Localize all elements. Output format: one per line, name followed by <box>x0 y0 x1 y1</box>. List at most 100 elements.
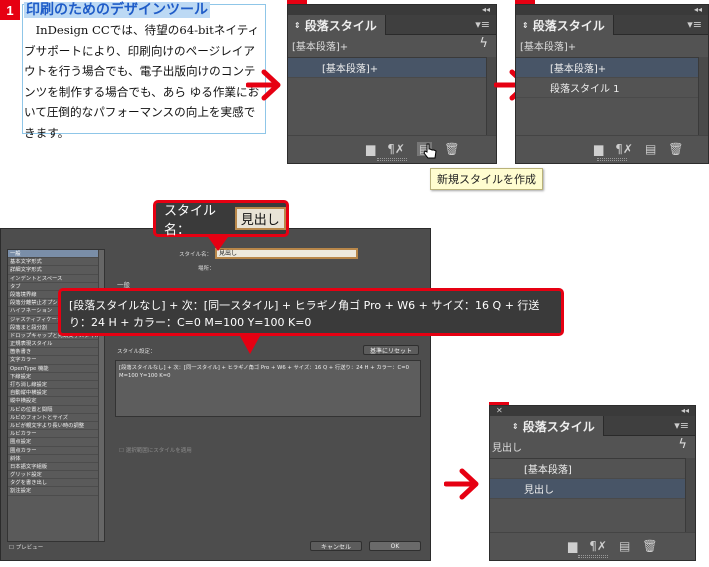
category-item[interactable]: ルビカラー <box>8 430 104 439</box>
list-item[interactable]: [基本段落] <box>490 459 685 479</box>
panel-bottombar: ▆ ¶✗ ▤ 🗑 <box>516 135 708 163</box>
body-line: いて圧倒的なパフォーマンスの向上を実感で <box>24 105 256 120</box>
callout-arrow-icon <box>208 237 228 251</box>
style-name-input[interactable]: 見出し <box>215 248 358 259</box>
style-settings-text: [段落スタイルなし] + 次：[同一スタイル] + ヒラギノ角ゴ Pro + W… <box>115 360 421 417</box>
trash-icon[interactable]: 🗑 <box>642 539 657 553</box>
new-style-icon[interactable]: ▤ <box>645 142 656 156</box>
callout-style-name-value: 見出し <box>234 207 286 230</box>
reset-to-base-button[interactable]: 基準にリセット <box>363 345 419 355</box>
list-item-label: 段落スタイル 1 <box>550 84 620 95</box>
apply-to-selection-checkbox[interactable]: ☐ 選択範囲にスタイルを適用 <box>119 446 192 454</box>
preview-checkbox[interactable]: ☐ プレビュー <box>9 543 43 551</box>
quick-apply-icon[interactable]: ϟ <box>678 437 687 452</box>
category-item[interactable]: 一般 <box>8 250 104 259</box>
preview-label: プレビュー <box>15 545 44 551</box>
text-frame-panel: 印刷のためのデザインツール InDesign CCでは、待望の64-bitネイテ… <box>0 0 268 140</box>
resize-grip[interactable] <box>597 158 627 161</box>
tab-paragraph-styles[interactable]: ⇕ 段落スタイル <box>490 416 604 436</box>
category-item[interactable]: ルビのフォントとサイズ <box>8 414 104 422</box>
tab-paragraph-styles[interactable]: ⇕ 段落スタイル <box>516 15 614 35</box>
apply-to-selection-label: 選択範囲にスタイルを適用 <box>125 448 192 454</box>
panel-bottombar: ▆ ¶✗ ▤ 🗑 <box>288 135 496 163</box>
panel-titlebar: ◂◂ <box>288 5 496 15</box>
trash-icon[interactable]: 🗑 <box>668 142 683 156</box>
body-text[interactable]: InDesign CCでは、待望の64-bitネイティ ブサポートにより、印刷向… <box>24 20 266 144</box>
category-item[interactable]: 下線設定 <box>8 373 104 381</box>
category-item[interactable]: タグを書き出し <box>8 479 104 488</box>
clear-overrides-icon[interactable]: ¶✗ <box>615 142 633 156</box>
category-item[interactable]: 打ち消し線設定 <box>8 381 104 390</box>
list-item-label: 見出し <box>524 485 554 496</box>
list-item[interactable]: 段落スタイル 1 <box>516 78 698 98</box>
category-item[interactable]: 斜体 <box>8 455 104 463</box>
panel-title: 段落スタイル <box>522 419 595 434</box>
style-name-callout: スタイル名： 見出し <box>153 200 289 238</box>
style-list: [基本段落] 見出し <box>490 458 685 532</box>
cancel-button[interactable]: キャンセル <box>310 541 362 551</box>
category-item[interactable]: インデントとスペース <box>8 275 104 283</box>
hand-cursor-icon <box>423 143 437 159</box>
list-item-label: [基本段落] <box>524 465 572 476</box>
panel-menu-icon[interactable]: ▾≡ <box>475 18 490 31</box>
current-style-label: [基本段落]+ <box>292 42 349 53</box>
paragraph-styles-panel: ◂◂ ⇕ 段落スタイル ▾≡ [基本段落]+ [基本段落]+ 段落スタイル 1 ▆… <box>515 4 709 164</box>
collapse-icon[interactable]: ◂◂ <box>681 406 689 415</box>
panel-tabrow: ⇕ 段落スタイル ▾≡ <box>516 15 708 35</box>
collapse-icon[interactable]: ◂◂ <box>482 5 490 14</box>
updown-icon: ⇕ <box>294 20 301 30</box>
category-item[interactable]: 文字カラー <box>8 356 104 365</box>
list-item-label: [基本段落]+ <box>550 64 607 75</box>
category-item[interactable]: 自動縦中横設定 <box>8 389 104 398</box>
callout-arrow-icon <box>240 336 260 354</box>
panel-tabrow: ⇕ 段落スタイル ▾≡ <box>288 15 496 35</box>
style-settings-label: スタイル設定： <box>117 349 156 355</box>
updown-icon: ⇕ <box>522 20 529 30</box>
category-item[interactable]: ルビが親文字より長い時の調整 <box>8 422 104 431</box>
new-style-icon[interactable]: ▤ <box>619 539 630 553</box>
category-item[interactable]: グリッド設定 <box>8 471 104 480</box>
folder-icon[interactable]: ▆ <box>568 539 577 553</box>
panel-title: 段落スタイル <box>532 18 605 33</box>
ok-button[interactable]: OK <box>369 541 421 551</box>
category-item[interactable]: ルビの位置と間隔 <box>8 406 104 414</box>
current-style-label: [基本段落]+ <box>520 42 577 53</box>
clear-overrides-icon[interactable]: ¶✗ <box>387 142 405 156</box>
category-item[interactable]: 日本語文字組版 <box>8 463 104 472</box>
updown-icon: ⇕ <box>512 421 519 431</box>
body-line: ウトを行う場合でも、電子出版向けのコンテ <box>24 64 256 79</box>
resize-grip[interactable] <box>377 158 407 161</box>
quick-apply-icon[interactable]: ϟ <box>479 36 488 51</box>
panel-menu-icon[interactable]: ▾≡ <box>687 18 702 31</box>
list-item-label: [基本段落]+ <box>322 64 379 75</box>
category-item[interactable]: 箇条書き <box>8 348 104 357</box>
close-icon[interactable]: ✕ <box>496 406 503 415</box>
scrollbar[interactable] <box>698 57 708 135</box>
category-item[interactable]: 縦中横設定 <box>8 397 104 406</box>
clear-overrides-icon[interactable]: ¶✗ <box>589 539 607 553</box>
trash-icon[interactable]: 🗑 <box>444 142 459 156</box>
panel-title: 段落スタイル <box>304 18 377 33</box>
paragraph-style-options-dialog: 一般 基本文字形式 詳細文字形式 インデントとスペース タブ 段落境界線 段落分離禁止オプシ… <box>0 228 431 561</box>
style-list: [基本段落]+ 段落スタイル 1 <box>516 57 698 135</box>
folder-icon[interactable]: ▆ <box>594 142 603 156</box>
list-item[interactable]: [基本段落]+ <box>288 58 486 78</box>
category-item[interactable]: 基本文字形式 <box>8 258 104 267</box>
category-item[interactable]: 詳細文字形式 <box>8 266 104 275</box>
category-item[interactable]: 圏点カラー <box>8 447 104 455</box>
category-item[interactable]: 正規表現スタイル <box>8 340 104 349</box>
panel-tabrow: ⇕ 段落スタイル ▾≡ <box>490 416 695 436</box>
selected-heading-text[interactable]: 印刷のためのデザインツール <box>24 2 210 18</box>
collapse-icon[interactable]: ◂◂ <box>694 5 702 14</box>
list-item[interactable]: 見出し <box>490 479 685 499</box>
folder-icon[interactable]: ▆ <box>366 142 375 156</box>
category-item[interactable]: OpenType 機能 <box>8 365 104 373</box>
scrollbar[interactable] <box>685 458 695 532</box>
panel-menu-icon[interactable]: ▾≡ <box>674 419 689 432</box>
category-item[interactable]: 割注設定 <box>8 487 104 496</box>
tab-paragraph-styles[interactable]: ⇕ 段落スタイル <box>288 15 386 35</box>
body-line: InDesign CCでは、待望の64-bitネイティ <box>24 23 260 37</box>
resize-grip[interactable] <box>577 555 608 558</box>
list-item[interactable]: [基本段落]+ <box>516 58 698 78</box>
category-item[interactable]: 圏点設定 <box>8 438 104 447</box>
